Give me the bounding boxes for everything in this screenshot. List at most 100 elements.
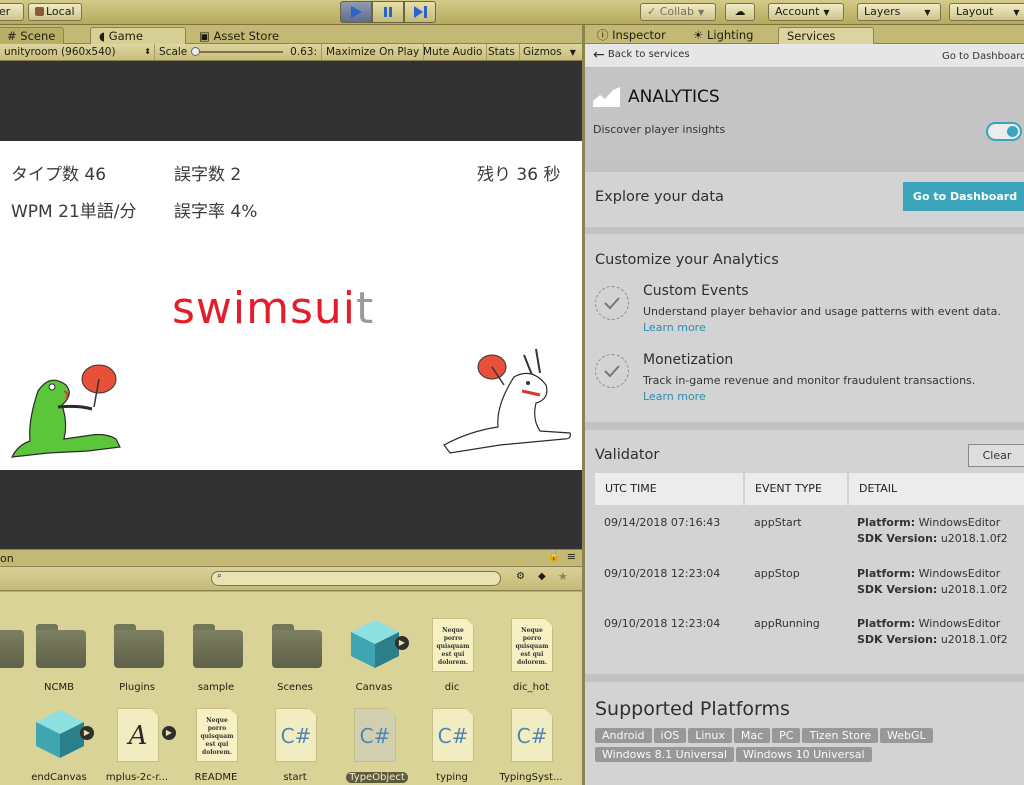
account-dropdown[interactable]: Account ▼ bbox=[768, 3, 844, 21]
target-word: swimsuit bbox=[172, 283, 374, 334]
monetization-learn-more-link[interactable]: Learn more bbox=[643, 390, 706, 403]
rabbit-illustration bbox=[443, 348, 571, 454]
clear-button[interactable]: Clear bbox=[968, 444, 1024, 467]
row-detail-platform: Platform: WindowsEditor bbox=[857, 617, 1000, 630]
play-button[interactable] bbox=[340, 1, 372, 23]
analytics-subtitle: Discover player insights bbox=[593, 123, 726, 136]
step-button[interactable] bbox=[404, 1, 436, 23]
scale-slider-track[interactable] bbox=[193, 51, 283, 53]
remaining-part: t bbox=[356, 283, 375, 334]
row-detail-sdk: SDK Version: u2018.1.0f2 bbox=[857, 633, 1008, 646]
tab-services-label: Services bbox=[787, 29, 836, 43]
game-view: タイプ数 46 誤字数 2 残り 36 秒 WPM 21単語/分 誤字率 4% … bbox=[0, 61, 582, 549]
asset-script-typeobject[interactable]: C# TypeObject bbox=[335, 682, 413, 783]
display-resolution-dropdown[interactable]: unityroom (960x540) ⬍ bbox=[0, 44, 155, 60]
hierarchy-button-label: er bbox=[0, 5, 11, 18]
asset-script-typingsystem[interactable]: C# TypingSyst... bbox=[492, 682, 570, 783]
tab-lighting[interactable]: ☀ Lighting bbox=[685, 27, 761, 44]
filter-by-label-icon[interactable]: ◆ bbox=[538, 571, 546, 582]
local-icon bbox=[35, 7, 44, 16]
monetization-title: Monetization bbox=[643, 352, 734, 368]
play-icon bbox=[351, 6, 362, 18]
platform-tag: Android bbox=[595, 728, 652, 743]
typo-rate: 誤字率 4% bbox=[174, 202, 258, 222]
game-view-toolbar: unityroom (960x540) ⬍ Scale 0.63: Maximiz… bbox=[0, 44, 582, 61]
lock-icon[interactable]: 🔒 bbox=[548, 551, 560, 562]
tab-scene-label: Scene bbox=[20, 29, 56, 43]
explore-title: Explore your data bbox=[595, 189, 724, 205]
stats-toggle[interactable]: Stats bbox=[484, 44, 520, 60]
frog-illustration bbox=[10, 364, 121, 458]
column-header-event-type: EVENT TYPE bbox=[745, 473, 847, 505]
wpm: WPM 21単語/分 bbox=[11, 202, 137, 222]
platform-tag: Tizen Store bbox=[802, 728, 879, 743]
platform-tag: Windows 10 Universal bbox=[736, 747, 872, 762]
favorite-icon[interactable]: ★ bbox=[558, 570, 568, 583]
row-detail-platform: Platform: WindowsEditor bbox=[857, 567, 1000, 580]
type-count: タイプ数 46 bbox=[11, 165, 107, 185]
pacman-icon: ◖ bbox=[99, 29, 106, 43]
expand-arrow-icon[interactable]: ▶ bbox=[162, 726, 176, 740]
hierarchy-button-partial[interactable]: er bbox=[0, 3, 24, 21]
scene-tab-strip: # Scene ◖ Game ▣ Asset Store bbox=[0, 25, 582, 44]
monetization-description: Track in-game revenue and monitor fraudu… bbox=[643, 374, 976, 387]
gizmos-dropdown[interactable]: Gizmos ▼ bbox=[519, 44, 580, 60]
local-button[interactable]: Local bbox=[28, 3, 82, 21]
folder-icon bbox=[193, 624, 243, 668]
text-document-icon: Neque porro quisquam est qui dolorem. bbox=[432, 618, 474, 672]
csharp-script-icon: C# bbox=[354, 708, 396, 762]
asset-script-start[interactable]: C# start bbox=[256, 682, 334, 783]
asset-label: mplus-2c-r... bbox=[105, 772, 169, 783]
folder-icon bbox=[36, 624, 86, 668]
custom-events-check-icon bbox=[595, 286, 629, 320]
mute-audio-toggle[interactable]: Mute Audio bbox=[419, 44, 488, 60]
custom-events-title: Custom Events bbox=[643, 283, 749, 299]
tab-services[interactable]: Services bbox=[778, 27, 874, 44]
cloud-button[interactable]: ☁ bbox=[725, 3, 755, 21]
asset-script-typing[interactable]: C# typing bbox=[413, 682, 491, 783]
pause-button[interactable] bbox=[372, 1, 404, 23]
go-to-dashboard-button[interactable]: Go to Dashboard bbox=[903, 182, 1024, 211]
tab-scene[interactable]: # Scene bbox=[0, 27, 65, 44]
project-search-input[interactable]: ⌕ bbox=[211, 571, 501, 586]
go-to-dashboard-link[interactable]: Go to Dashboard bbox=[942, 51, 1024, 62]
row-time: 09/10/2018 12:23:04 bbox=[604, 617, 721, 630]
back-to-services-link[interactable]: ← Back to services bbox=[593, 47, 690, 63]
custom-events-description: Understand player behavior and usage pat… bbox=[643, 305, 1001, 318]
collab-button[interactable]: ✓ Collab ▼ bbox=[640, 3, 716, 21]
tab-game-label: Game bbox=[108, 29, 143, 43]
maximize-on-play-toggle[interactable]: Maximize On Play bbox=[322, 44, 425, 60]
platform-label: Platform: bbox=[857, 567, 916, 580]
expand-arrow-icon[interactable]: ▶ bbox=[395, 636, 409, 650]
scale-value: 0.63: bbox=[290, 46, 317, 58]
asset-font-mplus[interactable]: A ▶ mplus-2c-r... bbox=[98, 682, 176, 783]
supported-platforms-section: Supported Platforms Android iOS Linux Mac PC… bbox=[585, 682, 1024, 785]
tab-game[interactable]: ◖ Game bbox=[90, 27, 186, 44]
maximize-on-play-label: Maximize On Play bbox=[326, 46, 420, 58]
asset-label-selected: TypeObject bbox=[346, 772, 408, 783]
platform-value: WindowsEditor bbox=[918, 516, 1001, 529]
layout-dropdown[interactable]: Layout ▼ bbox=[949, 3, 1024, 21]
panel-menu-icon[interactable]: ≡ bbox=[567, 550, 576, 563]
row-detail-sdk: SDK Version: u2018.1.0f2 bbox=[857, 532, 1008, 545]
tab-inspector[interactable]: ⓘ Inspector bbox=[589, 27, 674, 44]
asset-prefab-endcanvas[interactable]: ▶ endCanvas bbox=[20, 682, 98, 783]
tab-lighting-label: Lighting bbox=[706, 28, 754, 42]
layers-dropdown[interactable]: Layers ▼ bbox=[857, 3, 941, 21]
analytics-toggle[interactable] bbox=[986, 122, 1022, 141]
analytics-title: ANALYTICS bbox=[628, 87, 720, 107]
expand-arrow-icon[interactable]: ▶ bbox=[80, 726, 94, 740]
scale-slider-thumb[interactable] bbox=[191, 47, 200, 56]
local-label: Local bbox=[46, 5, 75, 18]
layout-label: Layout bbox=[956, 5, 994, 18]
lightbulb-icon: ☀ bbox=[693, 28, 704, 42]
gizmos-caret-icon: ▼ bbox=[569, 48, 576, 57]
filter-by-type-icon[interactable]: ⚙ bbox=[516, 571, 525, 582]
platform-tag: Mac bbox=[733, 728, 771, 743]
services-panel: ANALYTICS Discover player insights Explo… bbox=[585, 68, 1024, 785]
custom-events-learn-more-link[interactable]: Learn more bbox=[643, 321, 706, 334]
row-detail-platform: Platform: WindowsEditor bbox=[857, 516, 1000, 529]
tab-asset-store[interactable]: ▣ Asset Store bbox=[190, 27, 288, 44]
asset-doc-readme[interactable]: Neque porro quisquam est qui dolorem. RE… bbox=[177, 682, 255, 783]
text-document-icon: Neque porro quisquam est qui dolorem. bbox=[196, 708, 238, 762]
